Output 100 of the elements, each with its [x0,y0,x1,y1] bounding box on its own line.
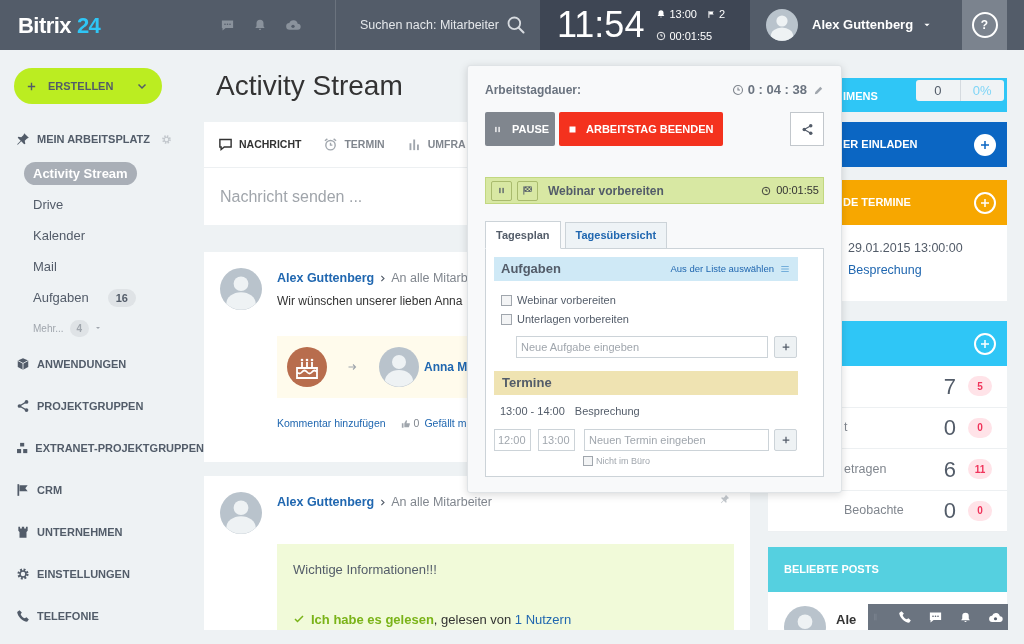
new-event-field[interactable]: Neuen Termin eingeben [584,428,769,451]
author-link[interactable]: Alex Guttenberg [277,268,375,288]
tower-icon [16,525,30,539]
count-badge: 0 [968,417,992,438]
checkbox[interactable] [583,456,593,467]
finish-button[interactable] [517,180,538,201]
flag-count: 2 [718,7,726,22]
plus-icon [780,434,791,445]
count-badge: 4 [69,319,90,337]
logo[interactable]: Bitrix 24 [18,8,101,42]
help-button[interactable]: ? [971,12,998,38]
check-icon [293,613,305,626]
pin-icon[interactable] [720,494,730,504]
pause-button[interactable] [491,180,512,201]
clock-icon [731,84,744,96]
author-link[interactable]: Ale [836,610,857,630]
bell-icon[interactable] [959,610,972,624]
counter-field: 0 0% [916,80,1004,101]
sidebar-section[interactable]: PROJEKTGRUPPEN [37,397,144,415]
task-counter-label[interactable]: Beobachte [844,501,904,521]
phone-icon[interactable] [898,610,912,624]
sidebar-item[interactable]: Kalender [24,223,95,248]
menu-icon[interactable] [780,264,790,274]
task-title: Webinar vorbereiten [548,182,665,200]
count-badge: 16 [107,288,136,307]
task-counter-label[interactable]: etragen [844,459,887,479]
event-date: 29.01.2015 13:00:00 [848,240,964,257]
person-link[interactable]: Anna M [424,358,468,376]
clock-panel[interactable]: 11:54 13:00 2 00:01:55 [540,0,750,50]
cloud-icon[interactable] [285,17,301,33]
plus-icon [979,138,991,151]
task-counter-label[interactable]: t [844,418,848,438]
sidebar-section[interactable]: EXTRANET-PROJEKTGRUPPEN [35,439,204,457]
day-tab[interactable]: Tagesübersicht [564,222,668,249]
section-title: Aufgaben [501,260,562,279]
composer-tab[interactable]: UMFRA [406,136,466,153]
plus-icon [26,80,37,92]
caret-icon [95,325,102,331]
checkbox[interactable] [501,294,512,306]
avatar[interactable] [379,347,419,387]
pin-icon [16,132,30,146]
message-field[interactable]: Nachricht senden ... [220,184,450,209]
composer-tab[interactable]: NACHRICHT [218,136,302,153]
cube-icon [16,357,30,371]
composer-tab[interactable]: TERMIN [323,136,385,153]
share-icon [16,399,30,413]
card-title: BELIEBTE POSTS [784,562,879,578]
author-link[interactable]: Alex Guttenberg [277,492,375,512]
comment-link[interactable]: Kommentar hinzufügen [277,416,386,432]
card-title: IMENS [843,88,878,104]
alarm-clock-icon [323,137,339,152]
add-button[interactable] [974,133,996,156]
pencil-icon[interactable] [813,84,824,96]
duration-label: Arbeitstagdauer: [485,82,583,99]
card-title: ER EINLADEN [843,137,918,153]
post-text: Wir wünschen unserer lieben Anna [277,293,463,310]
pick-from-list-link[interactable]: Aus der Liste auswählen [670,261,774,277]
sidebar-item[interactable]: Aufgaben [24,285,98,310]
checkbox[interactable] [501,313,512,325]
sidebar-section[interactable]: UNTERNEHMEN [37,523,123,541]
task-timer: 00:01:55 [776,183,819,199]
start-time-field[interactable]: 12:00 [494,428,531,451]
end-time-field[interactable]: 13:00 [538,428,575,451]
sidebar-section[interactable]: TELEFONIE [37,607,99,625]
blocks-icon [16,441,29,455]
sidebar-section[interactable]: ANWENDUNGEN [37,355,127,373]
event-link[interactable]: Besprechung [848,260,922,280]
add-button[interactable] [774,336,797,358]
speech-bubble-icon [218,137,233,152]
flag-icon [16,483,30,497]
sidebar-item[interactable]: Drive [24,192,73,217]
sidebar-section[interactable]: EINSTELLUNGEN [37,565,130,583]
plus-icon [979,196,991,209]
create-button[interactable]: ERSTELLEN [14,68,162,104]
new-task-field[interactable]: Neue Aufgabe eingeben [516,336,768,358]
duration-value: 0 : 04 : 38 [747,81,807,100]
share-button[interactable] [790,112,824,146]
settings-icon[interactable] [161,133,173,145]
add-button[interactable] [774,428,797,451]
phone-icon [16,609,30,623]
chevron-right-icon [378,273,388,283]
sidebar-section[interactable]: MEIN ARBEITSPLATZ [37,130,151,148]
arrow-icon [347,361,359,373]
task-label: Webinar vorbereiten [517,292,616,308]
task-count: 7 [942,372,956,401]
day-tab[interactable]: Tagesplan [485,221,561,249]
bell-icon[interactable] [253,18,267,32]
sidebar-section[interactable]: CRM [37,481,63,499]
avatar [766,9,798,41]
user-menu[interactable]: Alex Guttenberg [750,0,962,50]
end-workday-button[interactable]: ARBEITSTAG BEENDEN [559,112,723,146]
readers-link[interactable]: 1 Nutzern [514,611,572,627]
task-count: 6 [942,455,956,484]
like-link[interactable]: Gefällt m [424,416,467,432]
pause-button[interactable]: PAUSE [485,112,555,146]
avatar[interactable] [220,492,262,534]
avatar[interactable] [220,268,262,310]
search-icon[interactable] [506,15,526,35]
sidebar-item[interactable]: Mail [24,254,66,279]
task-count: 0 [942,414,956,443]
